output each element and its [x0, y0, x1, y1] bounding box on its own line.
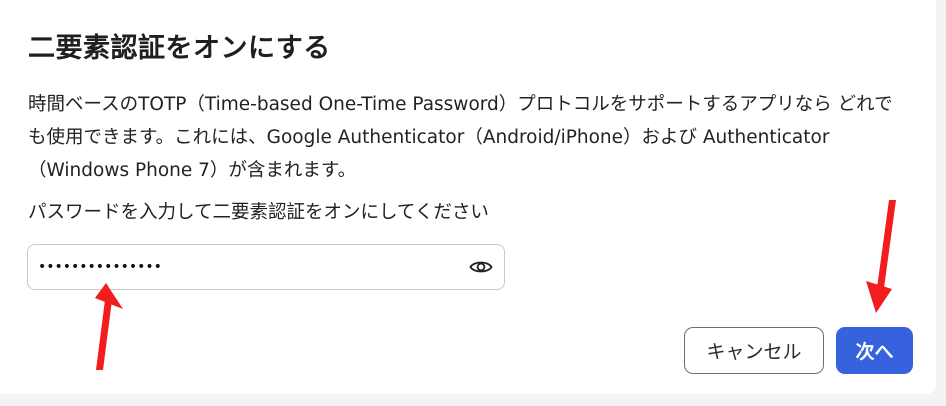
cancel-button[interactable]: キャンセル [684, 327, 824, 374]
eye-icon[interactable] [468, 256, 494, 278]
password-label: パスワードを入力して二要素認証をオンにしてください [28, 202, 489, 223]
password-input[interactable] [38, 249, 458, 285]
password-field[interactable] [27, 244, 505, 290]
dialog-description: 時間ベースのTOTP（Time-based One-Time Password）… [28, 94, 893, 181]
two-factor-dialog: 二要素認証をオンにする 時間ベースのTOTP（Time-based One-Ti… [0, 0, 936, 394]
dialog-title: 二要素認証をオンにする [28, 33, 331, 64]
next-button[interactable]: 次へ [836, 327, 913, 374]
